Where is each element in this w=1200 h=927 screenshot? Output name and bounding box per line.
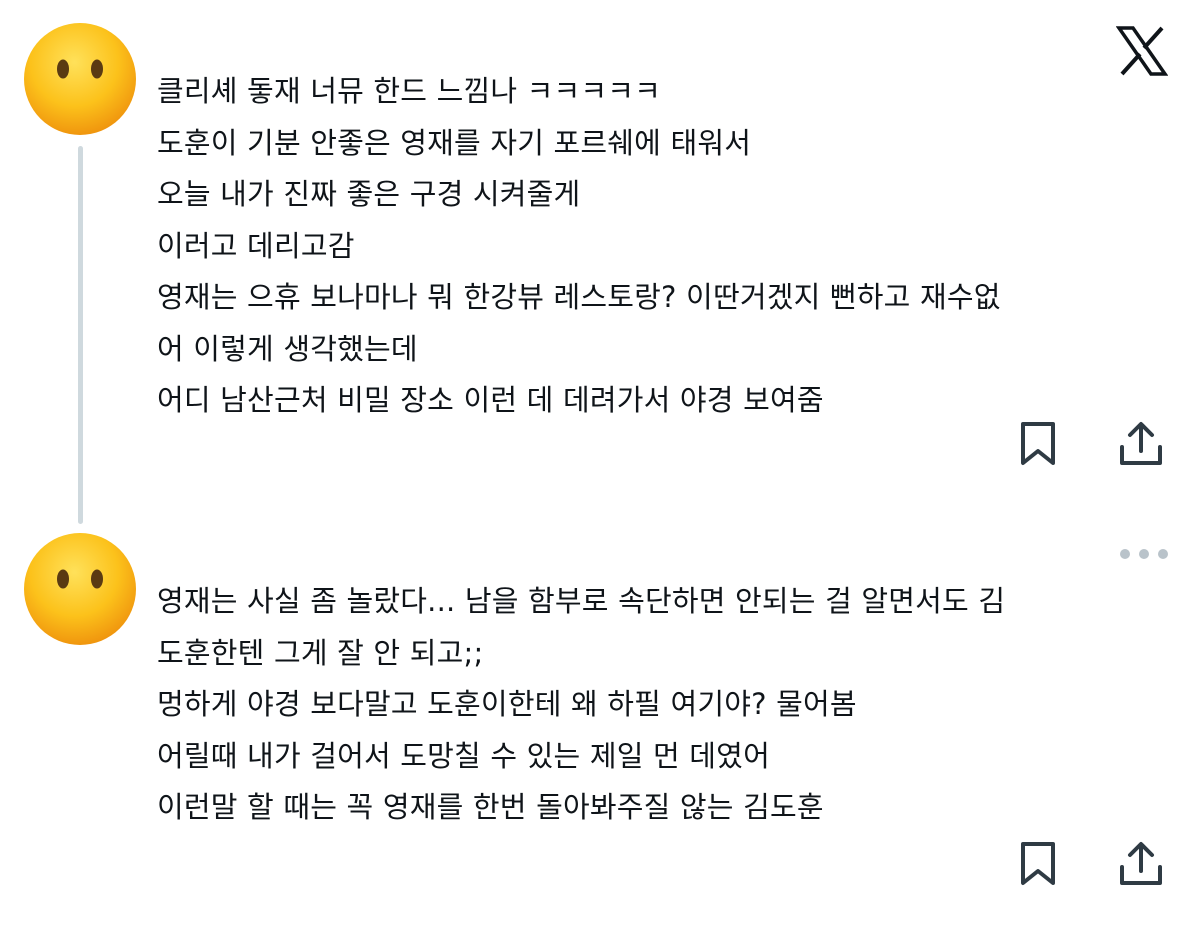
post-line: 어 이렇게 생각했는데	[157, 331, 418, 366]
more-options-icon	[1139, 549, 1149, 559]
bookmark-button[interactable]	[1012, 418, 1064, 470]
thread-connector-line	[78, 146, 83, 524]
post-text: 클리셰 돟재 너뮤 한드 느낌나 ㅋㅋㅋㅋㅋ 도훈이 기분 안좋은 영재를 자기…	[157, 66, 1157, 427]
bookmark-icon	[1021, 422, 1055, 465]
post-line: 어릴때 내가 걸어서 도망칠 수 있는 제일 먼 데였어	[157, 738, 770, 773]
avatar[interactable]	[23, 22, 137, 136]
post-line: 오늘 내가 진짜 좋은 구경 시켜줄게	[157, 177, 581, 211]
share-button[interactable]	[1115, 838, 1167, 890]
post-line: 이러고 데리고감	[157, 228, 355, 263]
more-options-icon	[1120, 549, 1130, 559]
post-line: 도훈한텐 그게 잘 안 되고;;	[157, 635, 484, 670]
post-line: 도훈이 기분 안좋은 영재를 자기 포르쉐에 태워서	[157, 125, 752, 160]
share-button[interactable]	[1115, 418, 1167, 470]
more-options-icon	[1158, 549, 1168, 559]
post-line: 영재는 사실 좀 놀랐다... 남을 함부로 속단하면 안되는 걸 알면서도 김	[157, 584, 1006, 618]
bookmark-icon	[1021, 842, 1055, 885]
post-text: 영재는 사실 좀 놀랐다... 남을 함부로 속단하면 안되는 걸 알면서도 김…	[157, 576, 1157, 834]
share-icon	[1120, 842, 1162, 885]
share-icon	[1120, 422, 1162, 465]
avatar[interactable]	[23, 532, 137, 646]
bookmark-button[interactable]	[1012, 838, 1064, 890]
post-line: 멍하게 야경 보다말고 도훈이한테 왜 하필 여기야? 물어봄	[157, 687, 857, 721]
post-line: 어디 남산근처 비밀 장소 이런 데 데려가서 야경 보여줌	[157, 383, 824, 417]
more-options-button[interactable]	[1120, 543, 1168, 565]
face-without-mouth-emoji	[24, 23, 136, 135]
post-line: 클리셰 돟재 너뮤 한드 느낌나 ㅋㅋㅋㅋㅋ	[157, 74, 662, 108]
post-line: 이런말 할 때는 꼭 영재를 한번 돌아봐주질 않는 김도훈	[157, 790, 824, 824]
post-line: 영재는 으휴 보나마나 뭐 한강뷰 레스토랑? 이딴거겠지 뻔하고 재수없	[157, 280, 1001, 314]
face-without-mouth-emoji	[24, 533, 136, 645]
